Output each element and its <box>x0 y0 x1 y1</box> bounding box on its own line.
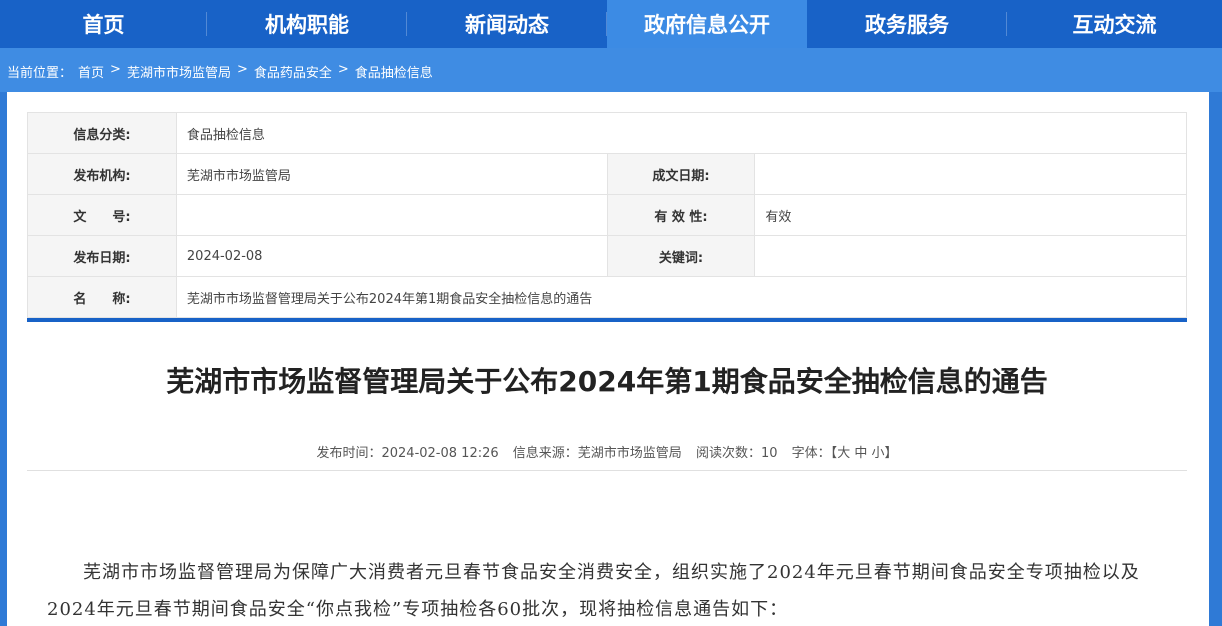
nav-label: 机构职能 <box>265 13 349 37</box>
meta-row-name: 名 称: 芜湖市市场监督管理局关于公布2024年第1期食品安全抽检信息的通告 <box>27 276 1188 318</box>
meta-value <box>754 153 1187 195</box>
meta-label: 信息分类: <box>27 112 177 154</box>
font-large-button[interactable]: 大 <box>837 446 850 461</box>
meta-label: 文 号: <box>27 194 177 236</box>
breadcrumb-sep: > <box>236 62 248 77</box>
breadcrumb-sep: > <box>337 62 349 77</box>
content-panel: 信息分类: 食品抽检信息 发布机构: 芜湖市市场监管局 成文日期: 文 号: 有… <box>7 92 1209 626</box>
bracket: 】 <box>884 446 898 461</box>
meta-label: 有 效 性: <box>606 194 756 236</box>
breadcrumb-prefix: 当前位置： <box>7 66 73 81</box>
meta-value: 芜湖市市场监督管理局关于公布2024年第1期食品安全抽检信息的通告 <box>175 276 1188 318</box>
meta-row-category: 信息分类: 食品抽检信息 <box>27 112 1188 154</box>
article-info: 发布时间：2024-02-08 12:26 信息来源：芜湖市市场监管局 阅读次数… <box>27 442 1187 461</box>
info-label: 阅读次数： <box>695 446 761 461</box>
meta-label: 关键词: <box>606 235 756 277</box>
font-medium-button[interactable]: 中 <box>854 446 867 461</box>
nav-label: 新闻动态 <box>465 13 549 37</box>
meta-value <box>754 235 1187 277</box>
article-title: 芜湖市市场监督管理局关于公布2024年第1期食品安全抽检信息的通告 <box>166 365 1048 398</box>
meta-label: 发布日期: <box>27 235 177 277</box>
nav-item-interaction[interactable]: 互动交流 <box>1007 0 1222 48</box>
info-label: 字体： <box>791 446 831 461</box>
font-small-button[interactable]: 小 <box>872 446 885 461</box>
main-nav: 首页 机构职能 新闻动态 政府信息公开 政务服务 互动交流 <box>0 0 1222 48</box>
meta-row-date: 发布日期: 2024-02-08 关键词: <box>27 235 1187 277</box>
breadcrumb-link-home[interactable]: 首页 <box>78 62 104 81</box>
publish-time: 发布时间：2024-02-08 12:26 <box>316 446 498 461</box>
info-value: 2024-02-08 12:26 <box>381 446 499 461</box>
meta-label: 名 称: <box>27 276 177 318</box>
breadcrumb-link-inspection[interactable]: 食品抽检信息 <box>355 62 433 81</box>
meta-label: 发布机构: <box>27 153 177 195</box>
breadcrumb: 当前位置： 首页 > 芜湖市市场监管局 > 食品药品安全 > 食品抽检信息 <box>7 62 433 81</box>
nav-label: 首页 <box>82 13 125 37</box>
info-label: 发布时间： <box>316 446 382 461</box>
meta-row-docno: 文 号: 有 效 性: 有效 <box>27 194 1187 236</box>
breadcrumb-sep: > <box>110 62 121 77</box>
info-value: 芜湖市市场监管局 <box>577 446 682 461</box>
article-paragraph: 芜湖市市场监督管理局为保障广大消费者元旦春节食品安全消费安全，组织实施了2024… <box>47 562 1140 620</box>
info-value: 10 <box>760 446 778 461</box>
nav-label: 互动交流 <box>1072 13 1157 37</box>
nav-item-organization[interactable]: 机构职能 <box>207 0 407 48</box>
nav-item-news[interactable]: 新闻动态 <box>407 0 607 48</box>
meta-value: 2024-02-08 <box>175 235 608 277</box>
meta-value: 有效 <box>754 194 1187 236</box>
view-count: 阅读次数：10 <box>696 446 778 461</box>
info-label: 信息来源： <box>512 446 578 461</box>
info-meta-table: 信息分类: 食品抽检信息 发布机构: 芜湖市市场监管局 成文日期: 文 号: 有… <box>27 112 1188 318</box>
breadcrumb-link-food-drug[interactable]: 食品药品安全 <box>254 62 332 81</box>
meta-value: 芜湖市市场监管局 <box>175 153 608 195</box>
nav-item-home[interactable]: 首页 <box>0 0 207 48</box>
nav-item-services[interactable]: 政务服务 <box>807 0 1007 48</box>
meta-value: 食品抽检信息 <box>175 112 1188 154</box>
nav-label: 政府信息公开 <box>644 13 770 37</box>
info-source: 信息来源：芜湖市市场监管局 <box>513 446 682 461</box>
meta-value <box>175 194 608 236</box>
breadcrumb-bar: 当前位置： 首页 > 芜湖市市场监管局 > 食品药品安全 > 食品抽检信息 <box>0 48 1222 92</box>
meta-divider <box>27 318 1187 322</box>
nav-label: 政务服务 <box>865 13 949 37</box>
info-divider <box>27 470 1187 471</box>
meta-label: 成文日期: <box>606 153 756 195</box>
font-size-control: 字体：【大 中 小】 <box>792 446 898 461</box>
meta-row-publisher: 发布机构: 芜湖市市场监管局 成文日期: <box>27 153 1187 195</box>
nav-item-gov-info[interactable]: 政府信息公开 <box>607 0 807 48</box>
breadcrumb-link-bureau[interactable]: 芜湖市市场监管局 <box>127 62 231 81</box>
